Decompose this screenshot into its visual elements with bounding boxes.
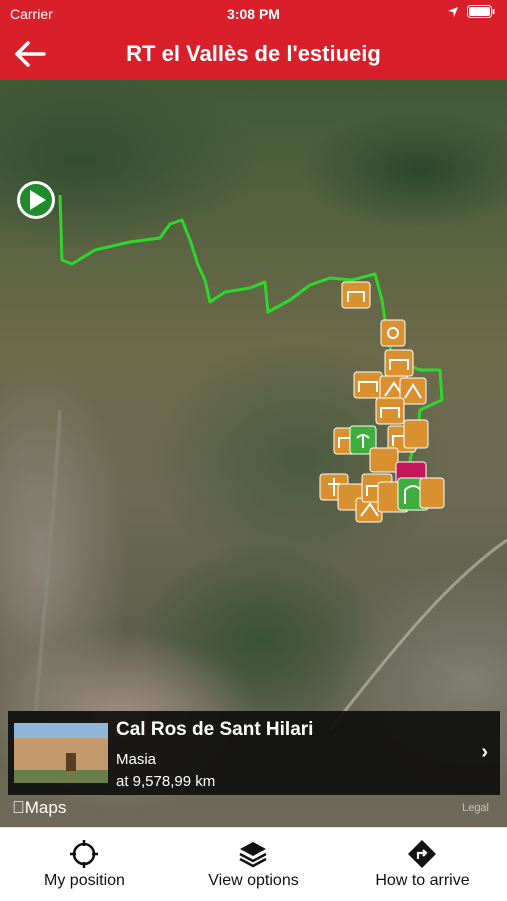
poi-thumbnail — [14, 723, 108, 783]
crosshair-icon — [70, 840, 98, 868]
poi-type: Masia — [116, 751, 157, 768]
view-options-label: View options — [208, 872, 299, 889]
view-options-button[interactable]: View options — [169, 828, 338, 901]
clock: 3:08 PM — [227, 6, 280, 22]
poi-marker[interactable] — [375, 397, 405, 425]
my-position-label: My position — [44, 872, 125, 889]
river — [33, 409, 62, 721]
map-view[interactable]: Cal Ros de Sant Hilari Masia at 9,578,99… — [0, 80, 507, 827]
battery-icon — [467, 5, 495, 18]
location-arrow-icon — [448, 6, 458, 17]
poi-card[interactable]: Cal Ros de Sant Hilari Masia at 9,578,99… — [8, 711, 500, 795]
poi-distance: at 9,578,99 km — [116, 773, 216, 790]
my-position-button[interactable]: My position — [0, 828, 169, 901]
poi-marker[interactable] — [353, 371, 383, 399]
legal-link[interactable]: Legal — [462, 802, 489, 814]
how-to-arrive-button[interactable]: How to arrive — [338, 828, 507, 901]
poi-marker[interactable] — [341, 281, 371, 309]
layers-icon — [239, 842, 267, 868]
poi-marker[interactable] — [380, 319, 406, 347]
status-bar: Carrier 3:08 PM — [0, 0, 507, 28]
route-start-marker[interactable] — [17, 181, 55, 219]
poi-marker[interactable] — [419, 477, 445, 509]
poi-name: Cal Ros de Sant Hilari — [116, 719, 314, 740]
apple-logo-icon:  — [12, 798, 25, 817]
directions-icon — [408, 840, 436, 868]
status-icons — [447, 5, 495, 18]
bottom-toolbar: My position View options How to arrive — [0, 827, 507, 901]
page-title: RT el Vallès de l'estiueig — [126, 41, 381, 66]
navigation-bar: RT el Vallès de l'estiueig — [0, 28, 507, 80]
poi-marker[interactable] — [384, 349, 414, 377]
highway — [328, 538, 507, 731]
poi-marker[interactable] — [403, 419, 429, 449]
maps-attribution: Maps — [12, 798, 66, 817]
poi-marker[interactable] — [369, 447, 399, 473]
chevron-right-icon[interactable]: › — [481, 741, 488, 764]
how-to-arrive-label: How to arrive — [375, 872, 470, 889]
